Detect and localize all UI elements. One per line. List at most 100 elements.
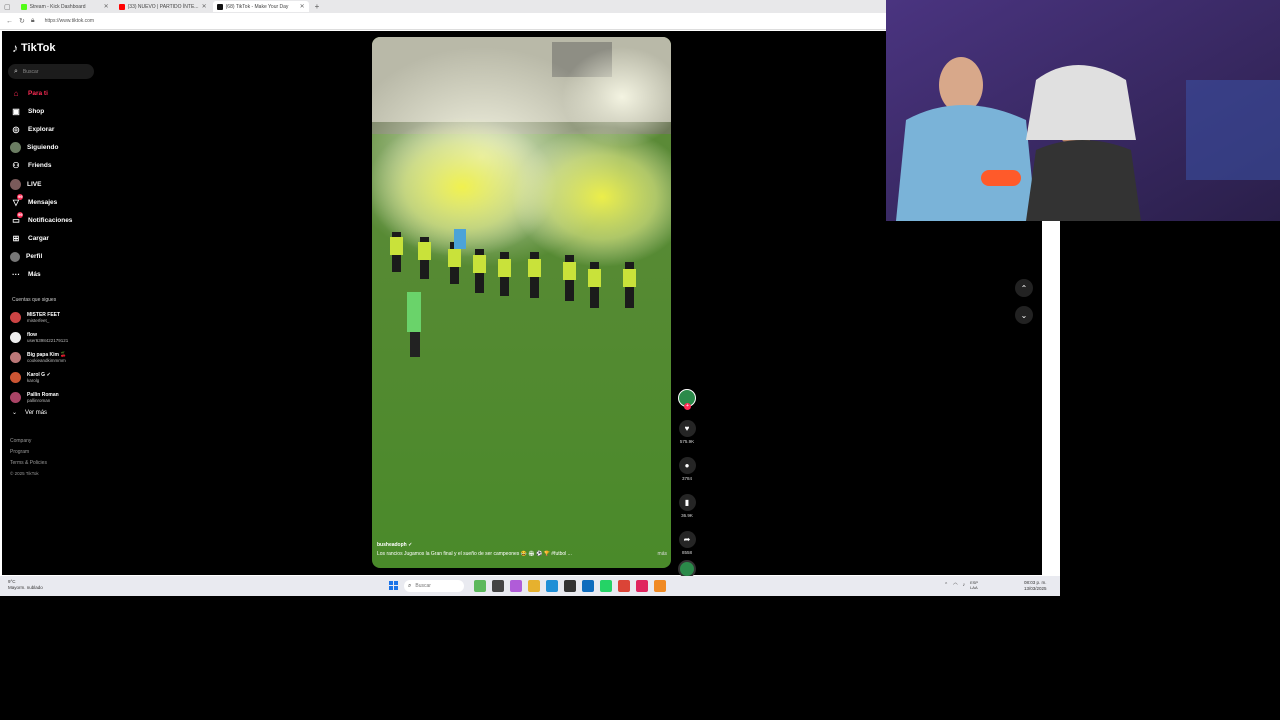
friends-icon: ⚇	[12, 161, 20, 171]
language-indicator[interactable]: ESP LAA	[970, 580, 978, 590]
tab-actions-icon[interactable]: ▢	[4, 3, 11, 11]
outlook-icon[interactable]	[582, 580, 594, 592]
caption-more-link[interactable]: más	[658, 551, 667, 557]
new-tab-button[interactable]: +	[315, 2, 320, 11]
sidebar-item-friends[interactable]: ⚇ Friends	[10, 157, 100, 175]
comment-icon: ●	[684, 461, 690, 470]
sidebar-footer: Company Program Terms & Policies © 2025 …	[10, 436, 47, 478]
taskbar-search-input[interactable]	[415, 583, 456, 589]
obs-icon[interactable]	[654, 580, 666, 592]
avatar	[10, 311, 21, 323]
close-tab-icon[interactable]: ✕	[300, 3, 305, 10]
chevron-up-icon[interactable]: ⌃	[944, 582, 948, 588]
follow-plus-icon[interactable]: +	[684, 403, 691, 410]
account-item[interactable]: MISTER FEET misterfeet_	[10, 307, 100, 327]
following-avatar-icon	[10, 142, 21, 154]
video-player[interactable]	[372, 37, 671, 568]
sidebar-item-label: Cargar	[28, 235, 49, 243]
webcam-overlay	[886, 0, 1280, 221]
video-frame	[372, 37, 671, 568]
widgets-app-icon[interactable]	[474, 580, 486, 592]
avatar	[10, 371, 21, 383]
sidebar-item-notificaciones[interactable]: ▭ 99 Notificaciones	[10, 211, 100, 229]
sidebar-item-shop[interactable]: ▣ Shop	[10, 102, 100, 120]
see-more-button[interactable]: ⌄ Ver más	[12, 409, 48, 417]
share-button[interactable]: ➦	[678, 531, 696, 548]
sidebar-item-mas[interactable]: ··· Más	[10, 266, 100, 284]
tab-kick[interactable]: Stream - Kick Dashboard ✕	[17, 1, 113, 12]
like-button[interactable]: ♥	[678, 420, 696, 437]
edge-icon[interactable]	[546, 580, 558, 592]
footer-link-terms[interactable]: Terms & Policies	[10, 458, 47, 469]
back-icon[interactable]: ←	[6, 18, 13, 25]
see-more-label: Ver más	[25, 409, 48, 416]
whatsapp-icon[interactable]	[600, 580, 612, 592]
account-handle: user6398422179121	[27, 337, 69, 343]
search-icon: ⌕	[14, 67, 18, 75]
sidebar-item-cargar[interactable]: ⊞ Cargar	[10, 230, 100, 248]
chevron-up-icon: ⌃	[1020, 283, 1028, 293]
network-icon[interactable]: ◠	[953, 582, 957, 588]
sidebar-item-perfil[interactable]: Perfil	[10, 248, 100, 266]
task-view-icon[interactable]	[492, 580, 504, 592]
account-item[interactable]: flow user6398422179121	[10, 327, 100, 347]
footer-link-company[interactable]: Company	[10, 436, 47, 447]
address-bar: ← ↻ 🔒︎ https://www.tiktok.com	[0, 13, 887, 30]
chevron-down-icon: ⌄	[12, 410, 18, 416]
volume-icon[interactable]: ♪	[963, 582, 966, 588]
tiktok-app-icon[interactable]	[636, 580, 648, 592]
creator-avatar[interactable]: +	[678, 389, 696, 410]
following-section-title: Cuentas que sigues	[12, 297, 57, 303]
account-item[interactable]: Karol G ✓ karolg	[10, 367, 100, 387]
sidebar-item-mensajes[interactable]: ▽ 99 Mensajes	[10, 193, 100, 211]
sidebar-nav: ⌂ Para ti ▣ Shop ◎ Explorar Siguiendo ⚇	[10, 84, 100, 284]
avatar	[10, 391, 21, 403]
video-caption: busheadoph ✓ Los rancios Jugamos la Gran…	[377, 542, 667, 557]
sidebar-item-label: Mensajes	[28, 198, 58, 206]
previous-video-button[interactable]: ⌃	[1015, 279, 1033, 297]
comment-button[interactable]: ●	[678, 457, 696, 474]
tab-youtube[interactable]: (33) NUEVO | PARTIDO ÍNTE... ✕	[115, 1, 211, 12]
tiktok-note-icon: ♪	[12, 41, 18, 55]
taskbar-search[interactable]: ⌕	[404, 580, 464, 592]
video-author[interactable]: busheadoph ✓	[377, 542, 667, 548]
start-icon[interactable]	[389, 581, 398, 590]
file-explorer-icon[interactable]	[528, 580, 540, 592]
profile-icon	[10, 251, 20, 262]
search-box[interactable]: ⌕	[8, 64, 94, 79]
weather-widget[interactable]: 9°C Mayorm. nublado	[8, 579, 43, 591]
taskbar-clock[interactable]: 08:03 p. m. 13/03/2025	[1024, 580, 1047, 592]
copilot-icon[interactable]	[510, 580, 522, 592]
store-icon[interactable]	[564, 580, 576, 592]
tab-tiktok[interactable]: (68) TikTok - Make Your Day ✕	[212, 1, 309, 12]
sidebar-item-label: Shop	[28, 107, 45, 115]
chrome-icon[interactable]	[618, 580, 630, 592]
following-list: MISTER FEET misterfeet_ flow user639842217…	[10, 307, 100, 407]
youtube-favicon-icon	[118, 3, 125, 10]
url-field[interactable]: https://www.tiktok.com	[45, 18, 94, 24]
system-tray: ⌃ ◠ ♪ ESP LAA	[944, 580, 978, 590]
windows-taskbar: 9°C Mayorm. nublado ⌕ Buscar ⌃ ◠ ♪ ESP L…	[0, 576, 1060, 596]
shop-icon: ▣	[12, 106, 20, 116]
sidebar-item-live[interactable]: LIVE	[10, 175, 100, 193]
share-icon: ➦	[683, 535, 691, 544]
account-item[interactable]: Big papa Kim 🍒 cookieandkimmmm	[10, 347, 100, 367]
sidebar-item-label: Siguiendo	[27, 144, 59, 152]
account-handle: karolg	[27, 377, 40, 383]
share-count: 8558	[681, 550, 692, 555]
account-item[interactable]: Pallin Roman pallinroman	[10, 387, 100, 407]
sidebar-item-siguiendo[interactable]: Siguiendo	[10, 139, 100, 157]
close-tab-icon[interactable]: ✕	[104, 3, 109, 10]
account-handle: cookieandkimmmm	[27, 357, 66, 363]
sidebar-item-para-ti[interactable]: ⌂ Para ti	[10, 84, 100, 102]
save-button[interactable]: ▮	[678, 494, 696, 511]
close-tab-icon[interactable]: ✕	[202, 3, 207, 10]
search-input[interactable]	[22, 68, 83, 75]
like-count: 575.9K	[679, 439, 695, 444]
chevron-down-icon: ⌄	[1020, 310, 1028, 320]
reload-icon[interactable]: ↻	[19, 17, 25, 25]
sidebar-item-explorar[interactable]: ◎ Explorar	[10, 120, 100, 138]
footer-link-program[interactable]: Program	[10, 447, 47, 458]
next-video-button[interactable]: ⌄	[1015, 306, 1033, 324]
tiktok-logo[interactable]: ♪ TikTok	[12, 41, 55, 55]
